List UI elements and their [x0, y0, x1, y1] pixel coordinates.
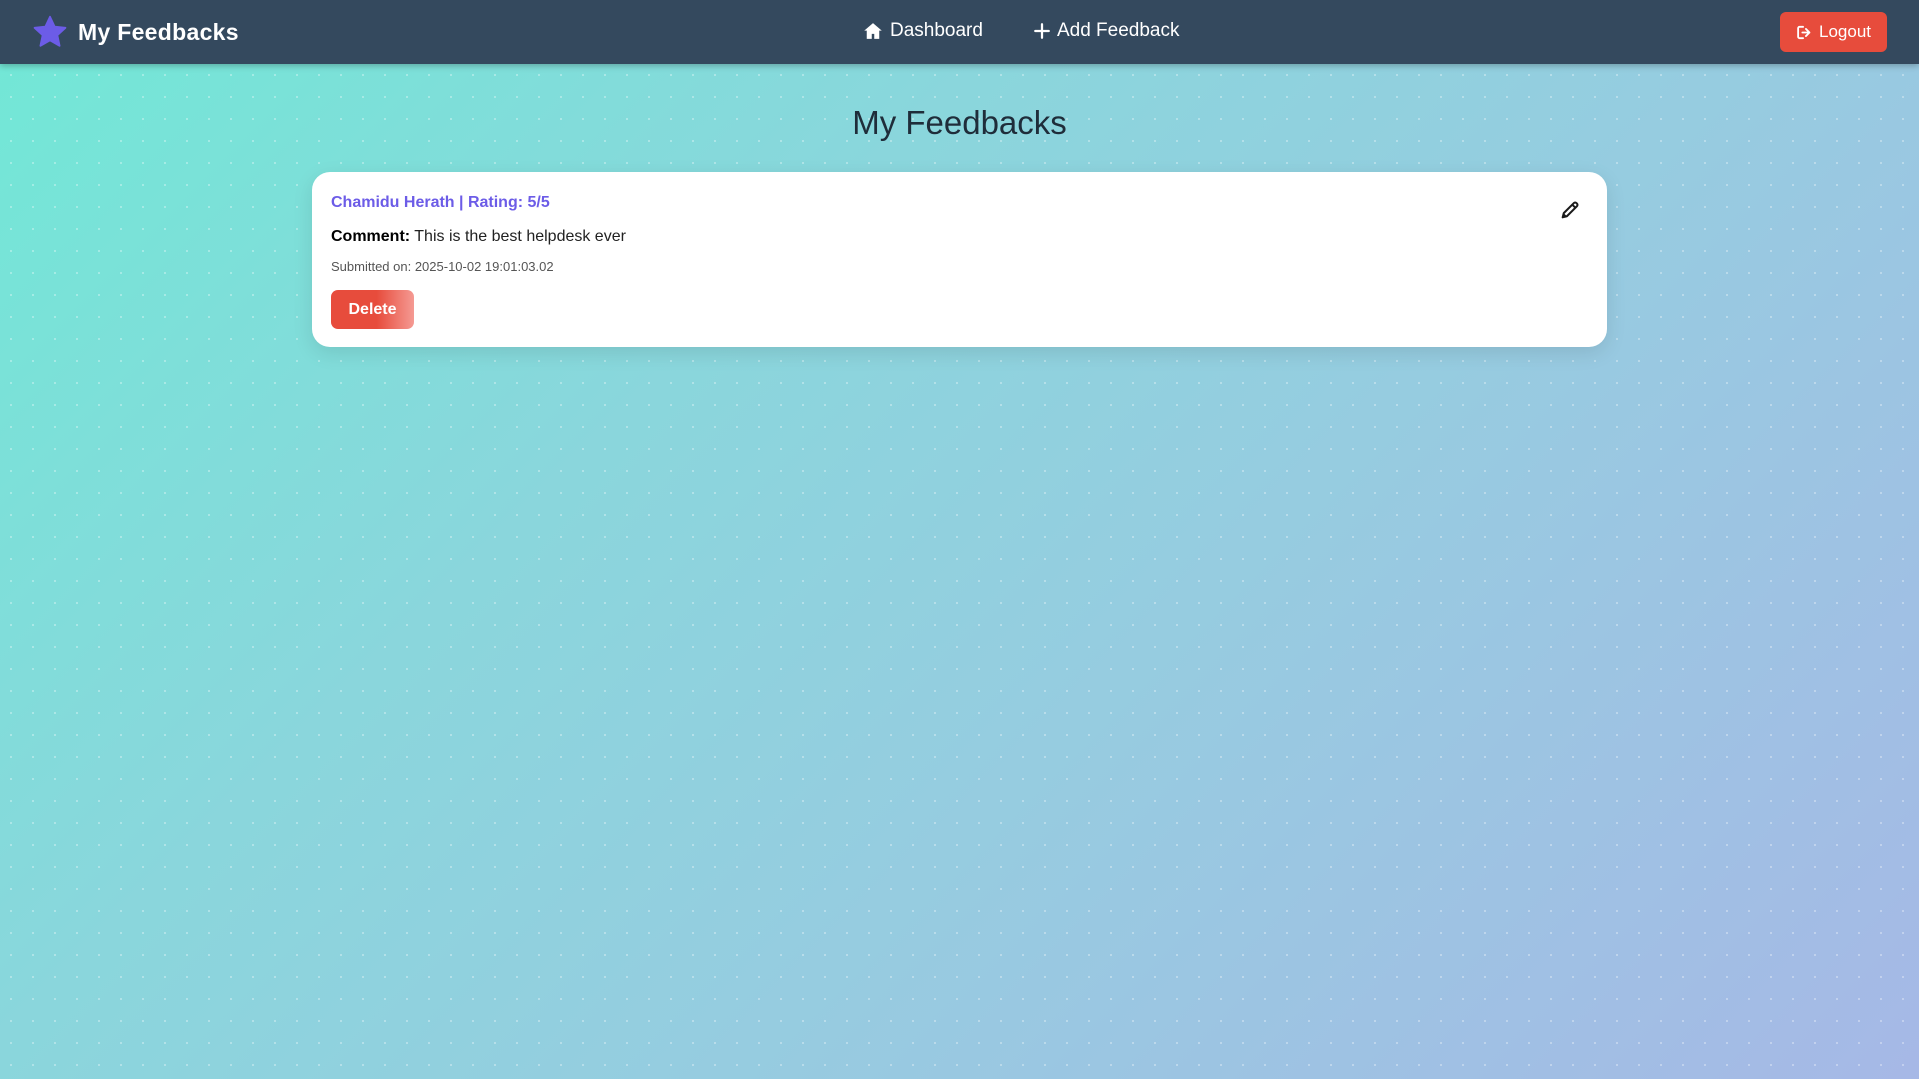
- star-icon: [33, 15, 67, 47]
- top-navbar: My Feedbacks Dashboard Add Feedback Logo…: [0, 0, 1919, 64]
- edit-button[interactable]: [1559, 198, 1583, 222]
- feedback-card: Chamidu Herath | Rating: 5/5 Comment: Th…: [312, 172, 1607, 347]
- home-icon: [864, 23, 882, 39]
- nav-links: Dashboard Add Feedback: [862, 20, 1229, 42]
- comment-text: This is the best helpdesk ever: [414, 228, 626, 245]
- feedback-submitted-date: Submitted on: 2025-10-02 19:01:03.02: [331, 259, 554, 274]
- nav-dashboard-label: Dashboard: [890, 20, 983, 41]
- nav-dashboard-link[interactable]: Dashboard: [862, 20, 983, 42]
- nav-add-feedback-link[interactable]: Add Feedback: [1033, 20, 1180, 42]
- brand-link[interactable]: My Feedbacks: [32, 14, 239, 50]
- nav-add-feedback-label: Add Feedback: [1056, 20, 1180, 41]
- pencil-icon: [1561, 201, 1579, 219]
- logout-button[interactable]: Logout: [1780, 12, 1887, 52]
- feedback-header: Chamidu Herath | Rating: 5/5: [331, 194, 550, 211]
- comment-label: Comment:: [331, 228, 411, 245]
- logout-icon: [1797, 25, 1811, 39]
- brand-title: My Feedbacks: [78, 18, 239, 45]
- logout-label: Logout: [1819, 22, 1871, 41]
- feedback-comment: Comment: This is the best helpdesk ever: [331, 228, 1588, 246]
- page-title: My Feedbacks: [852, 104, 1067, 141]
- plus-icon: [1034, 23, 1050, 39]
- delete-button[interactable]: Delete: [331, 290, 414, 329]
